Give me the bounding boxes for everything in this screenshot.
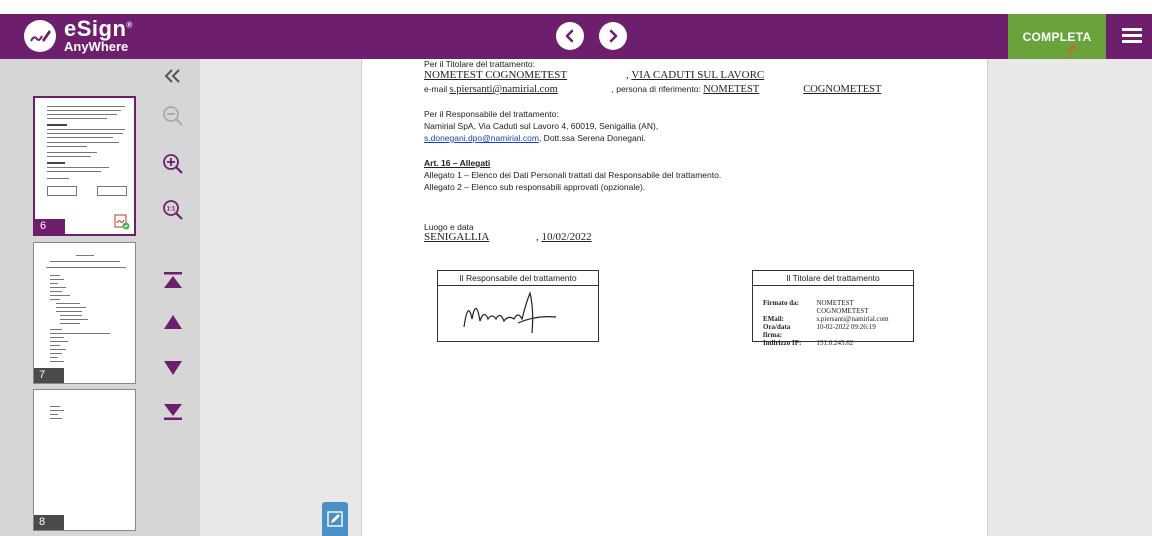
- titolare-address: VIA CADUTI SUL LAVORC: [631, 69, 765, 81]
- date-value: 10/02/2022: [541, 231, 592, 243]
- pen-edit-icon: [327, 511, 343, 527]
- chevron-right-icon: [609, 29, 618, 43]
- titolare-signature-box: Il Titolare del trattamento Firmato da: N…: [752, 270, 914, 347]
- zoom-out-icon[interactable]: [160, 103, 186, 129]
- responsabile-address: Namirial SpA, Via Caduti sul Lavoro 4, 6…: [424, 121, 659, 131]
- logo-subtitle: AnyWhere: [64, 39, 129, 54]
- svg-text:1:1: 1:1: [167, 207, 176, 213]
- allegato-2: Allegato 2 – Elenco sub responsabili app…: [424, 182, 646, 192]
- allegato-1: Allegato 1 – Elenco dei Dati Personali t…: [424, 170, 722, 180]
- stamp-email-value: s.piersanti@namirial.com: [816, 315, 889, 323]
- toolbar-column: 1:1: [146, 59, 200, 536]
- window-top-strip: [0, 0, 1152, 14]
- stamp-date-label: Ora/data firma:: [763, 323, 791, 339]
- email-label: e-mail: [424, 84, 448, 94]
- stamp-date-value: 10-02-2022 09:26:19: [816, 323, 876, 331]
- article-title: Art. 16 – Allegati: [424, 158, 491, 168]
- viewer-background-left: [200, 59, 361, 536]
- stamp-email-label: EMail:: [763, 315, 784, 323]
- place-value: SENIGALLIA: [424, 231, 490, 243]
- stamp-ip-value: 151.0.245.62: [816, 339, 854, 347]
- next-button[interactable]: [599, 22, 627, 50]
- first-page-icon[interactable]: [160, 267, 186, 293]
- app-header: eSign® AnyWhere COMPLETA: [0, 14, 1152, 59]
- dpo-name: , Dott.ssa Serena Donegani.: [538, 133, 646, 143]
- responsabile-signature-box: Il Responsabile del trattamento: [437, 270, 599, 342]
- page-thumbnail-8[interactable]: 8: [33, 389, 136, 531]
- logo-registered-mark: ®: [126, 20, 133, 30]
- hamburger-menu-icon[interactable]: [1122, 28, 1142, 44]
- thumbnail-page-number: 7: [34, 368, 64, 383]
- thumbnail-page-number: 8: [34, 515, 64, 530]
- zoom-in-icon[interactable]: [160, 151, 186, 177]
- responsabile-box-title: Il Responsabile del trattamento: [438, 271, 598, 286]
- page-thumbnail-6[interactable]: 6: [33, 96, 136, 236]
- titolare-heading: Per il Titolare del trattamento:: [424, 59, 536, 69]
- logo-signature-icon: [24, 19, 56, 52]
- stamp-signed-by-label: Firmato da:: [763, 299, 799, 307]
- signed-page-icon: [114, 214, 130, 230]
- logo-title: eSign: [64, 16, 127, 41]
- collapse-panel-icon[interactable]: [160, 63, 186, 89]
- titolare-box-title: Il Titolare del trattamento: [753, 271, 913, 286]
- dpo-email-link[interactable]: s.donegani.dpo@namirial.com: [424, 133, 539, 143]
- reference-first-name: NOMETEST: [703, 84, 760, 95]
- stamp-ip-label: Indirizzo IP:: [763, 339, 802, 347]
- responsabile-heading: Per il Responsabile del trattamento:: [424, 109, 559, 119]
- thumbnail-page-number: 6: [35, 219, 65, 234]
- handwritten-signature: [463, 291, 557, 334]
- zoom-actual-size-icon[interactable]: 1:1: [160, 197, 186, 223]
- stamp-signed-by-value: NOMETEST COGNOMETEST: [816, 299, 869, 315]
- chevron-left-icon: [565, 29, 574, 43]
- next-page-icon[interactable]: [160, 355, 186, 381]
- page-thumbnail-7[interactable]: 7: [33, 242, 136, 384]
- previous-page-icon[interactable]: [160, 309, 186, 335]
- viewer-background-right: [988, 59, 1152, 536]
- digital-signature-stamp: Firmato da: NOMETEST COGNOMETEST EMail: s.…: [763, 299, 913, 347]
- reference-label: persona di riferimento:: [616, 84, 701, 94]
- last-page-icon[interactable]: [160, 399, 186, 425]
- titolare-name: NOMETEST COGNOMETEST: [424, 69, 568, 81]
- email-value: s.piersanti@namirial.com: [449, 84, 558, 95]
- previous-button[interactable]: [556, 22, 584, 50]
- app-logo: eSign® AnyWhere: [24, 18, 133, 53]
- reference-last-name: COGNOMETEST: [803, 84, 882, 95]
- sign-tool-button[interactable]: [322, 502, 348, 536]
